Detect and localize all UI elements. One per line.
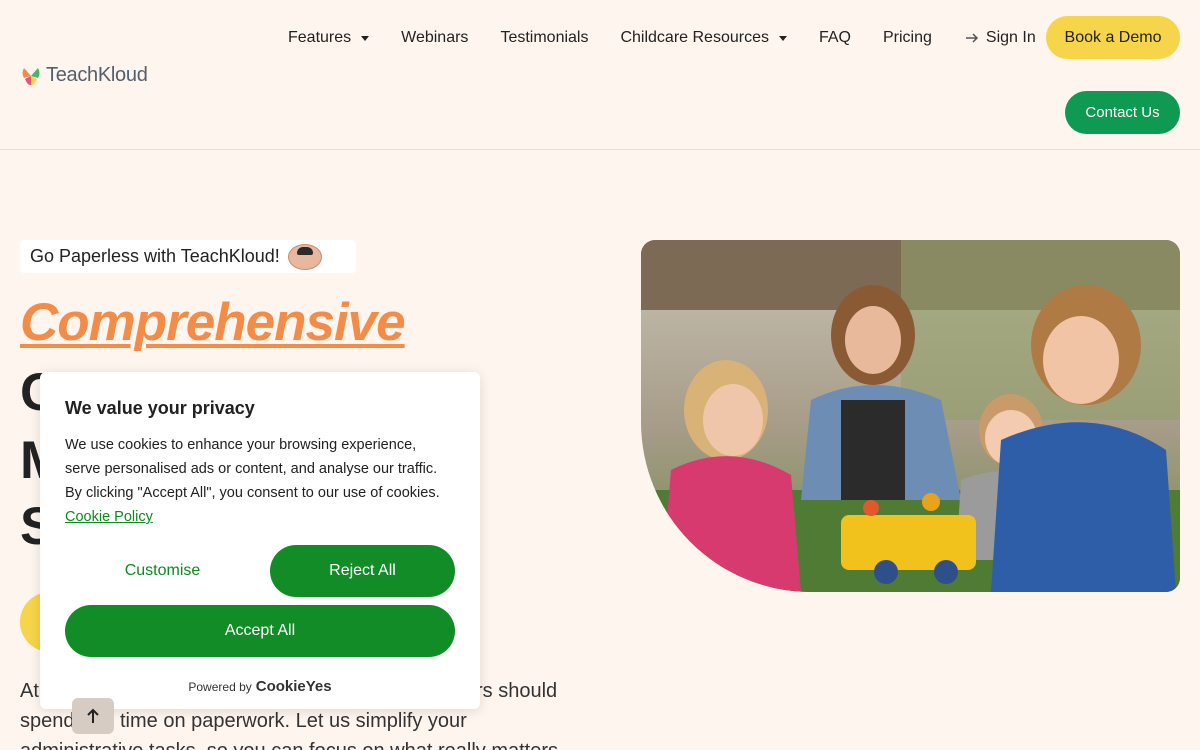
arrow-right-icon: [965, 33, 978, 43]
hero-title-emphasis: Comprehensive: [20, 293, 406, 352]
contact-us-button[interactable]: Contact Us: [1065, 91, 1180, 134]
nav-webinars[interactable]: Webinars: [401, 29, 468, 47]
caret-down-icon: [778, 35, 787, 41]
customise-button[interactable]: Customise: [65, 545, 260, 597]
baby-face-icon: [287, 243, 322, 270]
book-demo-button[interactable]: Book a Demo: [1046, 16, 1180, 59]
hero-paragraph-line: spend: [20, 710, 75, 732]
cookie-description: We use cookies to enhance your browsing …: [65, 433, 453, 529]
nav-pricing[interactable]: Pricing: [883, 29, 932, 47]
caret-down-icon: [361, 35, 370, 41]
arrow-up-icon: [87, 708, 99, 723]
scroll-to-top-button[interactable]: [72, 698, 114, 734]
site-header: TeachKloud Features Webinars Testimonial…: [0, 0, 1200, 150]
logo-icon: [22, 67, 40, 85]
hero-paragraph-line: rs should: [476, 680, 558, 702]
nav-faq[interactable]: FAQ: [819, 29, 851, 47]
cookie-policy-link[interactable]: Cookie Policy: [65, 509, 153, 525]
nav-childcare-resources[interactable]: Childcare Resources: [620, 29, 787, 47]
main-nav: Features Webinars Testimonials Childcare…: [288, 24, 1068, 52]
cookieyes-logo[interactable]: CookieYes: [256, 678, 332, 695]
nav-testimonials[interactable]: Testimonials: [500, 29, 588, 47]
hero-photo: [641, 240, 1180, 592]
hero-image-children-playing: [641, 240, 1180, 592]
nav-features-label: Features: [288, 29, 352, 46]
nav-childcare-resources-label: Childcare Resources: [620, 29, 769, 46]
nav-features[interactable]: Features: [288, 29, 370, 47]
hero-paragraph-line: At: [20, 680, 39, 702]
reject-all-button[interactable]: Reject All: [270, 545, 455, 597]
nav-pricing-label: Pricing: [883, 29, 932, 46]
brand-logo[interactable]: TeachKloud: [20, 64, 148, 87]
hero-badge-text: Go Paperless with TeachKloud!: [30, 246, 280, 266]
powered-by: Powered by CookieYes: [40, 678, 480, 695]
nav-sign-in[interactable]: Sign In: [964, 29, 1036, 47]
cookie-actions-row: Customise Reject All: [65, 545, 455, 597]
cookie-text: We use cookies to enhance your browsing …: [65, 437, 440, 501]
cookie-title: We value your privacy: [65, 398, 255, 418]
nav-faq-label: FAQ: [818, 29, 851, 46]
hero-paragraph-line: time on paperwork. Let us simplify your: [120, 710, 467, 732]
accept-all-button[interactable]: Accept All: [65, 605, 455, 657]
cookie-consent-modal: We value your privacy We use cookies to …: [40, 372, 480, 709]
sign-in-label: Sign In: [985, 29, 1036, 46]
hero-paragraph-line: administrative tasks, so you can focus o…: [20, 736, 558, 750]
brand-name: TeachKloud: [46, 64, 148, 86]
nav-webinars-label: Webinars: [401, 29, 469, 46]
hero-badge: Go Paperless with TeachKloud!: [20, 240, 356, 273]
powered-by-label: Powered by: [188, 680, 252, 694]
nav-testimonials-label: Testimonials: [500, 29, 589, 46]
